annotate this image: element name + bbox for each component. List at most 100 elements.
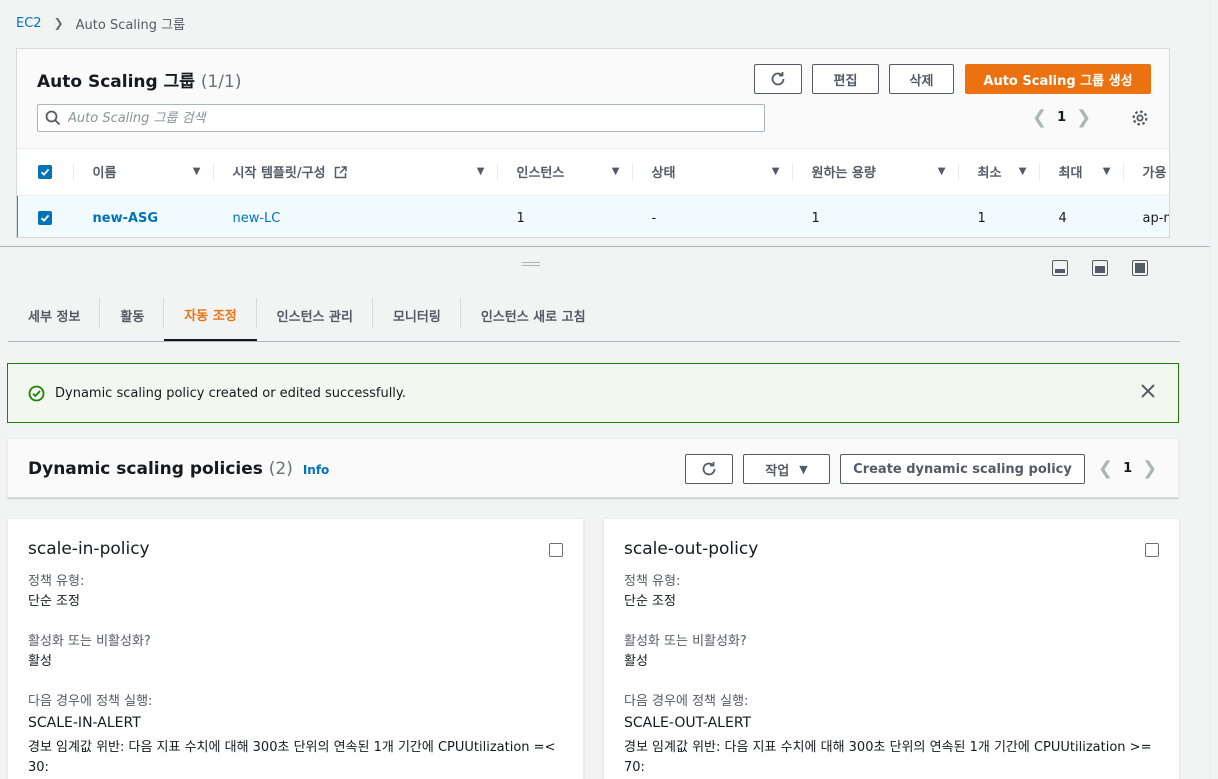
select-all-checkbox[interactable]: [37, 164, 52, 179]
policies-header: Dynamic scaling policies (2) Info 작업 ▼ C…: [7, 438, 1179, 498]
asg-panel-header: Auto Scaling 그룹 (1/1) 편집 삭제 Auto Scaling…: [17, 49, 1169, 149]
col-instances[interactable]: 인스턴스 ▼: [496, 149, 632, 196]
table-header-row: 이름 ▼ 시작 템플릿/구성 ▼ 인스턴스 ▼ 상태 ▼ 원하는 용량 ▼ 최소 ▼ 최대…: [17, 149, 1169, 196]
asg-name-link[interactable]: new-ASG: [72, 194, 213, 237]
success-check-icon: [28, 385, 45, 401]
edit-button[interactable]: 편집: [812, 64, 879, 94]
sort-down-icon: ▼: [611, 166, 620, 177]
policy-execute-label: 다음 경우에 정책 실행:: [28, 694, 153, 709]
policies-current-page[interactable]: 1: [1123, 461, 1132, 476]
alarm-name: SCALE-IN-ALERT: [28, 715, 141, 731]
external-link-icon: [334, 166, 347, 179]
breadcrumb-current: Auto Scaling 그룹: [75, 17, 186, 33]
tab-activity[interactable]: 활동: [100, 290, 165, 341]
tab-details[interactable]: 세부 정보: [8, 290, 101, 341]
flash-message: Dynamic scaling policy created or edited…: [55, 385, 406, 401]
policies-refresh-button[interactable]: [685, 454, 733, 484]
delete-button[interactable]: 삭제: [889, 64, 954, 94]
breadcrumb-ec2-link[interactable]: EC2: [16, 16, 42, 31]
policy-type-value: 단순 조정: [624, 594, 676, 609]
cell-instances: 1: [496, 194, 632, 237]
sort-down-icon: ▼: [1102, 166, 1111, 177]
alarm-condition: 경보 임계값 위반: 다음 지표 수치에 대해 300초 단위의 연속된 1개 …: [624, 740, 1152, 775]
policy-type-value: 단순 조정: [28, 594, 80, 609]
asg-search: [37, 104, 765, 132]
create-policy-button[interactable]: Create dynamic scaling policy: [840, 454, 1085, 484]
asg-table: 이름 ▼ 시작 템플릿/구성 ▼ 인스턴스 ▼ 상태 ▼ 원하는 용량 ▼ 최소 ▼ 최대…: [17, 149, 1169, 237]
close-icon[interactable]: [1140, 383, 1156, 403]
settings-gear-icon[interactable]: [1131, 109, 1149, 131]
sort-down-icon: ▼: [476, 166, 485, 177]
policy-checkbox[interactable]: [549, 543, 563, 557]
cell-max: 4: [1038, 194, 1123, 237]
refresh-icon: [771, 72, 785, 86]
tab-automatic-scaling[interactable]: 자동 조정: [164, 290, 258, 341]
table-row[interactable]: new-ASG new-LC 1 - 1 1 4 ap-n: [17, 194, 1169, 237]
breadcrumb: EC2 ❯ Auto Scaling 그룹: [16, 14, 186, 33]
policy-card-scale-in: scale-in-policy 정책 유형: 단순 조정 활성화 또는 비활성화…: [7, 518, 584, 779]
detail-tabs: 세부 정보 활동 자동 조정 인스턴스 관리 모니터링 인스턴스 새로 고침: [8, 290, 1180, 342]
col-max[interactable]: 최대 ▼: [1038, 149, 1123, 196]
asg-panel: Auto Scaling 그룹 (1/1) 편집 삭제 Auto Scaling…: [16, 48, 1170, 238]
cell-min: 1: [957, 194, 1039, 237]
right-scrollbar[interactable]: [1210, 0, 1218, 779]
prev-page-icon[interactable]: ❮: [1088, 458, 1123, 479]
search-icon: [38, 110, 68, 126]
sort-down-icon: ▼: [771, 166, 780, 177]
col-launch-template[interactable]: 시작 템플릿/구성 ▼: [212, 149, 497, 196]
sort-down-icon: ▼: [1018, 166, 1027, 177]
col-az[interactable]: 가용 영역: [1122, 149, 1169, 196]
cell-az: ap-n: [1122, 194, 1169, 237]
info-link[interactable]: Info: [303, 463, 329, 477]
row-checkbox[interactable]: [38, 211, 52, 225]
current-page[interactable]: 1: [1057, 110, 1066, 125]
caret-down-icon: ▼: [799, 462, 808, 476]
asg-title-text: Auto Scaling 그룹: [37, 72, 195, 92]
col-name[interactable]: 이름 ▼: [72, 149, 213, 196]
cell-status: -: [631, 194, 792, 237]
sort-down-icon: ▼: [937, 166, 946, 177]
tab-instance-refresh[interactable]: 인스턴스 새로 고침: [461, 290, 606, 341]
policy-enabled-value: 활성: [28, 654, 52, 669]
policies-title-text: Dynamic scaling policies: [28, 459, 263, 479]
success-flashbar: Dynamic scaling policy created or edited…: [7, 363, 1179, 423]
cell-desired: 1: [791, 194, 958, 237]
next-page-icon[interactable]: ❯: [1066, 107, 1101, 128]
policy-card-scale-out: scale-out-policy 정책 유형: 단순 조정 활성화 또는 비활성…: [603, 518, 1180, 779]
policy-name: scale-out-policy: [624, 539, 759, 559]
drag-handle-icon[interactable]: [522, 262, 540, 266]
row-select-cell: [17, 194, 73, 237]
col-status[interactable]: 상태 ▼: [631, 149, 792, 196]
policy-enabled-label: 활성화 또는 비활성화?: [624, 634, 747, 649]
alarm-condition: 경보 임계값 위반: 다음 지표 수치에 대해 300초 단위의 연속된 1개 …: [28, 740, 556, 775]
policy-enabled-label: 활성화 또는 비활성화?: [28, 634, 151, 649]
layout-bottom-icon[interactable]: [1052, 260, 1068, 276]
asg-count: (1/1): [200, 72, 242, 92]
layout-full-icon[interactable]: [1132, 260, 1148, 276]
sort-down-icon: ▼: [192, 166, 201, 177]
tab-monitoring[interactable]: 모니터링: [373, 290, 461, 341]
asg-panel-title: Auto Scaling 그룹 (1/1): [37, 67, 241, 92]
policy-enabled-value: 활성: [624, 654, 648, 669]
launch-config-link[interactable]: new-LC: [212, 194, 497, 237]
split-divider: [0, 246, 1218, 247]
tab-instance-management[interactable]: 인스턴스 관리: [257, 290, 374, 341]
policy-checkbox[interactable]: [1145, 543, 1159, 557]
layout-half-icon[interactable]: [1092, 260, 1108, 276]
asg-pagination: ❮ 1 ❯: [1022, 107, 1101, 128]
policy-type-label: 정책 유형:: [624, 574, 681, 589]
refresh-icon: [702, 462, 716, 476]
create-asg-button[interactable]: Auto Scaling 그룹 생성: [965, 64, 1151, 94]
refresh-button[interactable]: [754, 64, 802, 94]
prev-page-icon[interactable]: ❮: [1022, 107, 1057, 128]
policies-title: Dynamic scaling policies (2) Info: [28, 459, 329, 479]
asg-search-input[interactable]: [68, 110, 748, 126]
col-min[interactable]: 최소 ▼: [957, 149, 1039, 196]
policies-count: (2): [268, 459, 293, 479]
policies-pagination: ❮ 1 ❯: [1088, 458, 1167, 479]
policy-execute-label: 다음 경우에 정책 실행:: [624, 694, 749, 709]
actions-dropdown-button[interactable]: 작업 ▼: [743, 454, 830, 484]
next-page-icon[interactable]: ❯: [1132, 458, 1167, 479]
col-desired[interactable]: 원하는 용량 ▼: [791, 149, 958, 196]
chevron-right-icon: ❯: [53, 16, 64, 30]
